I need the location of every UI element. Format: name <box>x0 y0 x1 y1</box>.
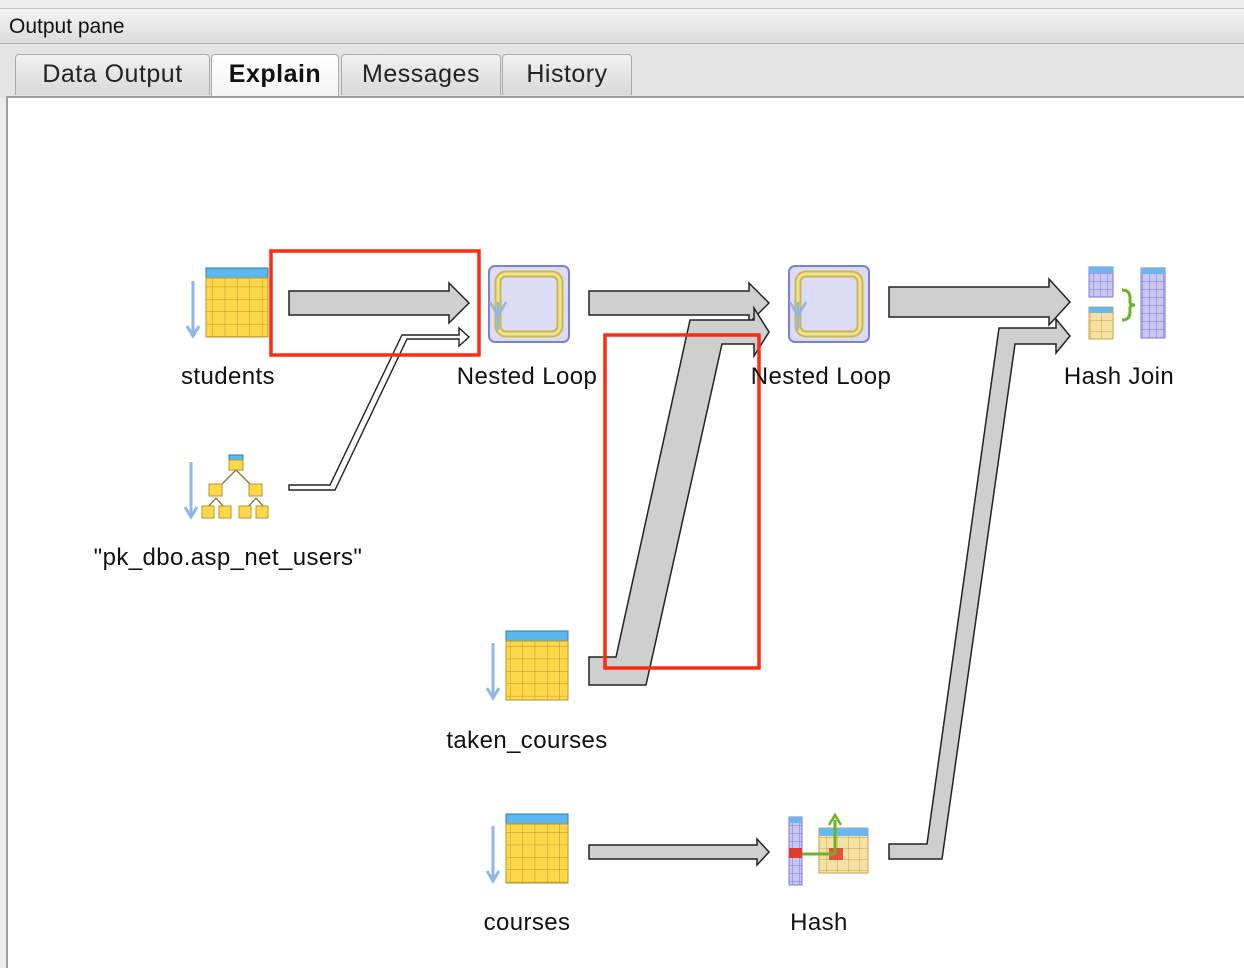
output-pane-title: Output pane <box>9 15 125 38</box>
hash-icon[interactable] <box>788 812 869 886</box>
arrow-nested-loop-1-to-nested-loop-2 <box>588 281 771 325</box>
students-table-icon[interactable] <box>185 267 269 339</box>
arrow-courses-to-hash <box>588 837 771 867</box>
node-label-hash: Hash <box>790 909 848 936</box>
tab-history[interactable]: History <box>502 54 632 95</box>
arrow-nested-loop-2-to-hash-join <box>888 277 1072 327</box>
nested-loop-1-icon[interactable] <box>488 265 570 343</box>
tab-data-output[interactable]: Data Output <box>15 54 210 95</box>
hash-join-icon[interactable] <box>1088 266 1166 340</box>
tab-messages[interactable]: Messages <box>341 54 501 95</box>
output-pane-header: Output pane <box>0 8 1244 44</box>
arrow-index-to-nested-loop-1 <box>288 326 471 491</box>
courses-table-icon[interactable] <box>485 813 569 884</box>
nested-loop-2-icon[interactable] <box>788 265 870 343</box>
taken-courses-table-icon[interactable] <box>485 630 569 701</box>
tab-bar: Data Output Explain Messages History <box>0 44 1244 98</box>
node-label-hash-join: Hash Join <box>1063 363 1175 390</box>
node-label-taken-courses: taken_courses <box>446 727 608 754</box>
index-tree-icon[interactable] <box>183 454 269 520</box>
node-label-students: students <box>181 363 275 390</box>
explain-canvas: students Nested Loop Nested Loop Hash Jo… <box>6 96 1244 968</box>
arrow-hash-to-hash-join <box>888 316 1071 860</box>
arrow-students-to-nested-loop-1 <box>288 281 471 325</box>
node-label-pk-index: "pk_dbo.asp_net_users" <box>93 544 363 571</box>
node-label-nested-loop-2: Nested Loop <box>750 363 892 390</box>
node-label-courses: courses <box>483 909 571 936</box>
node-label-nested-loop-1: Nested Loop <box>456 363 598 390</box>
arrow-taken-courses-to-nested-loop-2 <box>588 305 770 686</box>
tab-explain[interactable]: Explain <box>211 54 339 97</box>
